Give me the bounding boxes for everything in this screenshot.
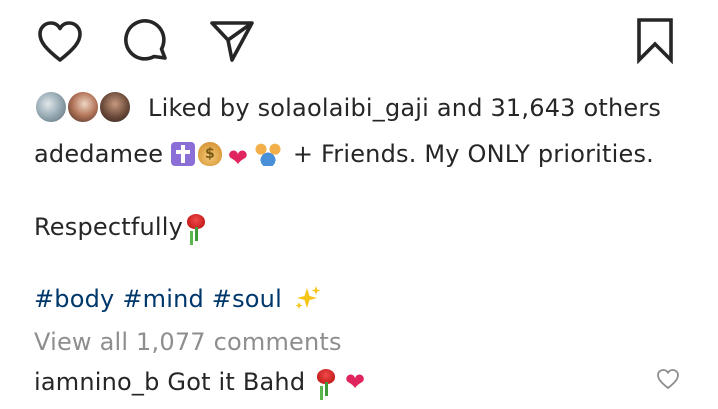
caption-text: + Friends. My ONLY priorities. [292,140,654,168]
red-heart-emoji-icon: ❤ [344,368,366,396]
comment-like-heart-icon[interactable] [656,368,680,390]
caption-line-respectfully: Respectfully [34,211,207,243]
rose-emoji-icon [185,213,207,241]
comment-username[interactable]: iamnino_b [34,368,160,396]
bookmark-icon[interactable] [634,16,676,64]
hashtags: #body #mind #soul [34,283,322,315]
family-emoji-icon [254,142,283,166]
hashtag-mind[interactable]: #mind [122,285,204,313]
share-icon[interactable] [208,18,256,64]
post-action-bar [0,0,718,80]
comment: iamnino_b Got it Bahd ❤ [34,366,365,398]
latin-cross-emoji-icon [171,142,196,166]
likes-count-text[interactable]: Liked by solaolaibi_gaji and 31,643 othe… [148,92,661,124]
rose-emoji-icon [315,368,337,396]
hashtag-body[interactable]: #body [34,285,114,313]
red-heart-emoji-icon: ❤ [227,144,249,172]
view-all-comments-link[interactable]: View all 1,077 comments [34,326,342,358]
caption-text-respectfully: Respectfully [34,213,184,241]
liker-avatars [34,90,136,126]
money-bag-emoji-icon [198,142,223,166]
likes-row[interactable]: Liked by solaolaibi_gaji and 31,643 othe… [34,88,661,128]
heart-icon[interactable] [36,20,84,64]
avatar [66,90,100,124]
caption: adedamee ❤ + Friends. My ONLY priorities… [34,138,654,170]
comment-text: Got it Bahd [167,368,306,396]
caption-username[interactable]: adedamee [34,140,163,168]
hashtag-soul[interactable]: #soul [212,285,282,313]
sparkles-emoji-icon [294,285,322,311]
avatar [34,90,68,124]
avatar [98,90,132,124]
comment-icon[interactable] [123,18,171,66]
